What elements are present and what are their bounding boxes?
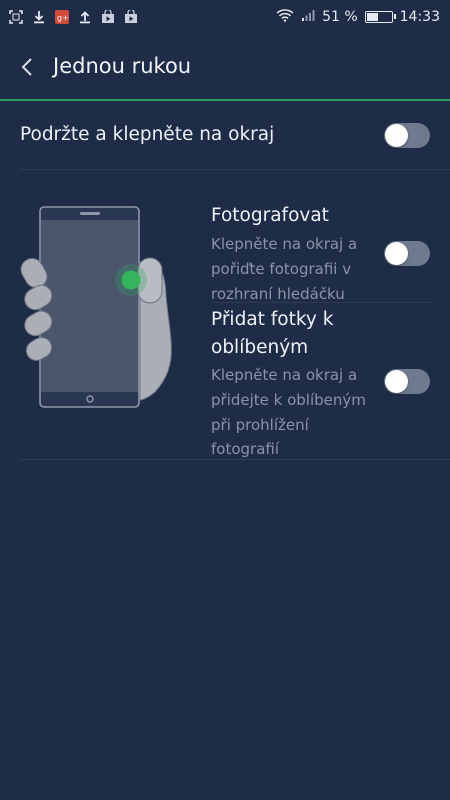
battery-percent: 51 %: [322, 9, 358, 25]
app-bar: Jednou rukou: [0, 34, 450, 100]
screen: g+ 51 % 14:33 Jednou rukou Podržte a kle…: [0, 0, 450, 800]
divider: [20, 169, 450, 170]
battery-level: [366, 13, 378, 21]
take-photo-toggle[interactable]: [384, 241, 430, 266]
toggle-knob: [385, 242, 408, 265]
play-store-icon: [101, 10, 115, 24]
setting-description-line: rozhraní hledáčku: [211, 285, 345, 303]
setting-description-line: přidejte k oblíbeným: [211, 391, 366, 409]
setting-description-line: Klepněte na okraj a: [211, 366, 358, 384]
add-favorites-toggle[interactable]: [384, 369, 430, 394]
setting-title-line: Přidat fotky k: [211, 309, 334, 330]
one-hand-phone-illustration: [20, 206, 172, 408]
divider: [20, 459, 450, 460]
notification-icons: g+: [9, 10, 138, 24]
status-bar: g+ 51 % 14:33: [0, 0, 450, 34]
system-status: 51 % 14:33: [276, 0, 440, 34]
page-title: Jednou rukou: [53, 54, 192, 78]
download-icon: [32, 10, 46, 24]
setting-description-line: Klepněte na okraj a: [211, 235, 358, 253]
setting-title: Fotografovat: [211, 205, 329, 226]
chevron-left-icon: [21, 58, 32, 76]
svg-text:g+: g+: [57, 14, 69, 23]
google-plus-icon: g+: [55, 10, 69, 24]
setting-title-line: oblíbeným: [211, 337, 309, 358]
setting-row-hold-tap-edge[interactable]: Podržte a klepněte na okraj: [0, 101, 450, 169]
screenshot-icon: [9, 10, 23, 24]
back-button[interactable]: [12, 52, 42, 82]
play-store-icon: [124, 10, 138, 24]
divider: [211, 302, 431, 303]
battery-icon: [364, 11, 396, 23]
setting-description-line: při prohlížení: [211, 416, 309, 434]
signal-icon: [301, 8, 315, 26]
hold-tap-edge-toggle[interactable]: [384, 123, 430, 148]
wifi-icon: [276, 8, 294, 26]
toggle-knob: [385, 124, 408, 147]
clock: 14:33: [399, 9, 440, 25]
toggle-knob: [385, 370, 408, 393]
upload-icon: [78, 10, 92, 24]
setting-label: Podržte a klepněte na okraj: [20, 124, 275, 145]
setting-description-line: pořiďte fotografii v: [211, 260, 352, 278]
